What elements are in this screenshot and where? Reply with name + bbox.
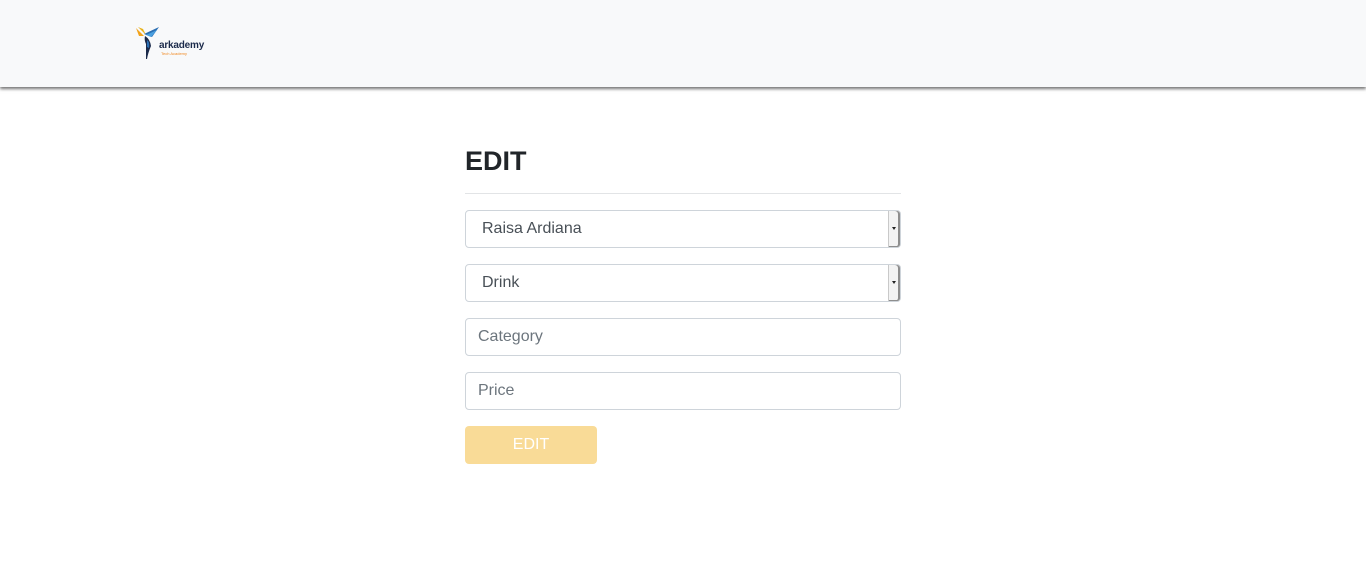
edit-form: EDIT Raisa Ardiana Drink EDIT (465, 140, 901, 464)
cashier-select-value: Raisa Ardiana (482, 220, 582, 237)
page-title: EDIT (465, 146, 527, 176)
navbar: arkademy Tech Academy (0, 0, 1366, 87)
cashier-select[interactable]: Raisa Ardiana (465, 210, 901, 248)
title-divider (465, 193, 901, 194)
cashier-select-dropdown-button[interactable] (888, 211, 900, 247)
product-select-dropdown-button[interactable] (888, 265, 900, 301)
product-select[interactable]: Drink (465, 264, 901, 302)
chevron-down-icon (892, 281, 896, 284)
product-select-value: Drink (482, 274, 520, 291)
price-input[interactable] (465, 372, 901, 410)
brand-wordmark: arkademy (159, 40, 205, 51)
category-input[interactable] (465, 318, 901, 356)
chevron-down-icon (892, 227, 896, 230)
brand-logo[interactable]: arkademy Tech Academy (135, 26, 211, 60)
edit-submit-button[interactable]: EDIT (465, 426, 597, 464)
brand-tagline: Tech Academy (161, 51, 188, 56)
